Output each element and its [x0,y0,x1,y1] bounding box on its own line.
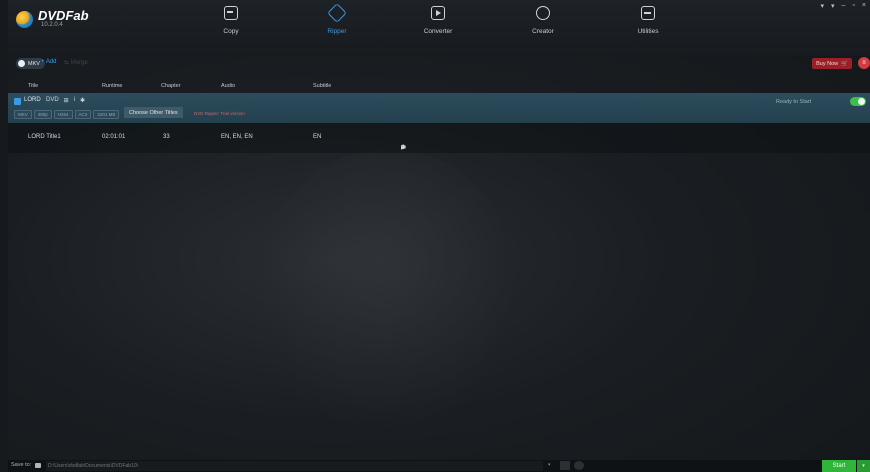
nav-utilities[interactable]: Utilities [618,6,678,35]
minimize-icon[interactable]: – [842,2,846,10]
nav-creator[interactable]: Creator [513,6,573,35]
start-options-dropdown[interactable]: ▾ [857,460,870,472]
column-subtitle: Subtitle [313,83,332,89]
path-dropdown-icon[interactable]: ▾ [548,462,551,468]
dvdfab-logo-icon [16,10,33,28]
app-name: DVDFab [38,8,89,23]
title-chapter: 33 [163,134,170,140]
top-navigation-bar: DVDFab 10.2.0.4 Copy Ripper Converter Cr… [8,0,870,56]
start-button[interactable]: Start [822,460,856,472]
nav-ripper[interactable]: Ripper [307,3,367,35]
profile-label: MKV [28,60,40,67]
bottom-bar: Save to: D:\Users\dvdfab\Documents\DVDFa… [8,460,870,472]
table-row[interactable]: LORD Title1 02:01:01 33 EN, EN, EN EN ▶ … [8,123,870,153]
app-logo: DVDFab 10.2.0.4 [16,8,89,28]
column-chapter: Chapter [161,83,181,89]
buy-now-button[interactable]: Buy Now 🛒 [812,58,852,69]
size-chip: 2201 MB [93,110,120,119]
nav-ripper-label: Ripper [327,28,347,35]
settings-dropdown-icon[interactable]: ▾ [831,2,835,10]
dvd-icon: DVD [46,97,59,103]
profile-icon [18,60,25,67]
dvdfab-window: DVDFab 10.2.0.4 Copy Ripper Converter Cr… [8,0,870,472]
title-subtitle[interactable]: EN [313,134,321,140]
nav-creator-label: Creator [532,28,554,35]
utilities-icon [641,6,655,20]
source-row: LORD DVD ⊞ i ✱ MKV 480p H264 AC3 2201 MB… [8,93,870,123]
settings-icon[interactable]: ✱ [80,97,85,104]
close-icon[interactable]: × [862,2,866,10]
column-runtime: Runtime [102,83,123,89]
dropdown-menu-icon[interactable]: ▾ [820,2,824,10]
more-settings-icon[interactable]: ✱ [401,144,406,151]
merge-button[interactable]: ⇆ Merge [64,59,88,66]
background-image [258,150,518,440]
format-chip: MKV [14,110,32,119]
maximize-icon[interactable]: ▫ [852,2,854,10]
nav-copy-label: Copy [223,28,239,35]
status-text: Ready to Start [776,99,812,105]
source-title: LORD [24,97,41,103]
column-headers: Title Runtime Chapter Audio Subtitle [8,79,870,93]
action-row: MKV + Add ⇆ Merge Buy Now 🛒 ≡ [8,56,870,72]
nav-converter-label: Converter [423,28,453,35]
column-title: Title [28,83,39,89]
window-controls: ▾ ▾ – ▫ × [820,2,866,10]
creator-icon [536,6,550,20]
save-to-label: Save to: [11,462,32,468]
cart-icon: 🛒 [841,60,848,67]
source-collapse-toggle[interactable] [14,98,21,105]
save-path-field[interactable]: D:\Users\dvdfab\Documents\DVDFab10\ [46,461,543,471]
image-icon[interactable]: ⊞ [64,97,69,104]
buy-now-label: Buy Now [816,60,839,67]
resolution-chip: 480p [33,110,52,119]
copy-icon [224,6,238,20]
nav-copy[interactable]: Copy [201,6,261,35]
nav-utilities-label: Utilities [637,28,659,35]
nav-converter[interactable]: Converter [408,6,468,35]
audio-codec-chip: AC3 [74,110,92,119]
title-runtime: 02:01:01 [102,134,126,140]
browse-folder-button[interactable] [560,461,570,470]
add-button[interactable]: + Add [41,59,57,65]
title-audio[interactable]: EN, EN, EN [221,134,253,140]
choose-other-titles-button[interactable]: Choose Other Titles [124,107,183,118]
column-audio: Audio [221,83,236,89]
source-icons: DVD ⊞ i ✱ [46,97,85,104]
trial-version-note: DVD Ripper: Trial version [194,111,245,116]
title-name: LORD Title1 [28,134,61,140]
output-info-chips: MKV 480p H264 AC3 2201 MB [14,110,120,119]
enable-toggle[interactable] [850,97,866,106]
info-icon[interactable]: i [74,97,75,104]
video-codec-chip: H264 [53,110,73,119]
task-queue-icon[interactable]: ≡ [858,57,870,69]
iso-button[interactable] [574,461,584,470]
ripper-icon [327,3,347,23]
folder-icon [35,463,41,468]
converter-icon [431,6,445,20]
